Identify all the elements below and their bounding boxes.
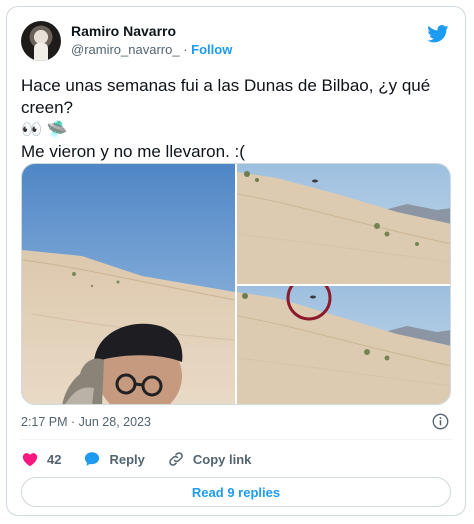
follow-button[interactable]: Follow [191,42,232,57]
ufo-emoji: 🛸 [46,120,69,139]
like-button[interactable]: 42 [21,450,61,468]
avatar-figure [34,43,48,61]
tweet-timestamp[interactable]: 2:17 PM · Jun 28, 2023 [21,415,151,429]
tweet-line-2: creen? [21,98,73,117]
tweet-text: Hace unas semanas fui a las Dunas de Bil… [21,75,451,163]
reply-label: Reply [109,451,145,467]
media-grid [21,163,451,405]
tweet-line-3: Me vieron y no me llevaron. :( [21,142,245,161]
link-icon [169,452,183,466]
twitter-bird-icon[interactable] [427,25,449,43]
tweet-header: Ramiro Navarro @ramiro_navarro_ · Follow [21,19,451,63]
handle-separator: · [183,42,188,57]
reply-bubble-icon [85,452,100,466]
divider [21,439,451,440]
tweet-line-1: Hace unas semanas fui a las Dunas de Bil… [21,76,431,95]
author-name[interactable]: Ramiro Navarro [71,23,176,39]
author-handle[interactable]: @ramiro_navarro_ [71,42,180,57]
photo-dunes-top[interactable] [237,164,450,284]
info-icon[interactable] [432,413,449,430]
copy-link-label: Copy link [192,451,252,467]
copy-link-button[interactable]: Copy link [167,450,252,468]
tweet-actions: 42 Reply Copy link [21,447,451,471]
photo-dunes-highlight[interactable] [237,286,450,404]
read-replies-button[interactable]: Read 9 replies [21,477,451,507]
photo-selfie[interactable] [22,164,235,404]
tweet-card: Ramiro Navarro @ramiro_navarro_ · Follow… [6,6,466,516]
like-count: 42 [47,451,62,467]
tweet-emoji-line: 👀 🛸 [21,119,451,141]
author-handle-row: @ramiro_navarro_ · Follow [71,42,232,57]
reply-button[interactable]: Reply [83,450,145,468]
heart-icon [22,453,38,467]
avatar[interactable] [21,21,61,61]
eyes-emoji: 👀 [21,120,43,139]
